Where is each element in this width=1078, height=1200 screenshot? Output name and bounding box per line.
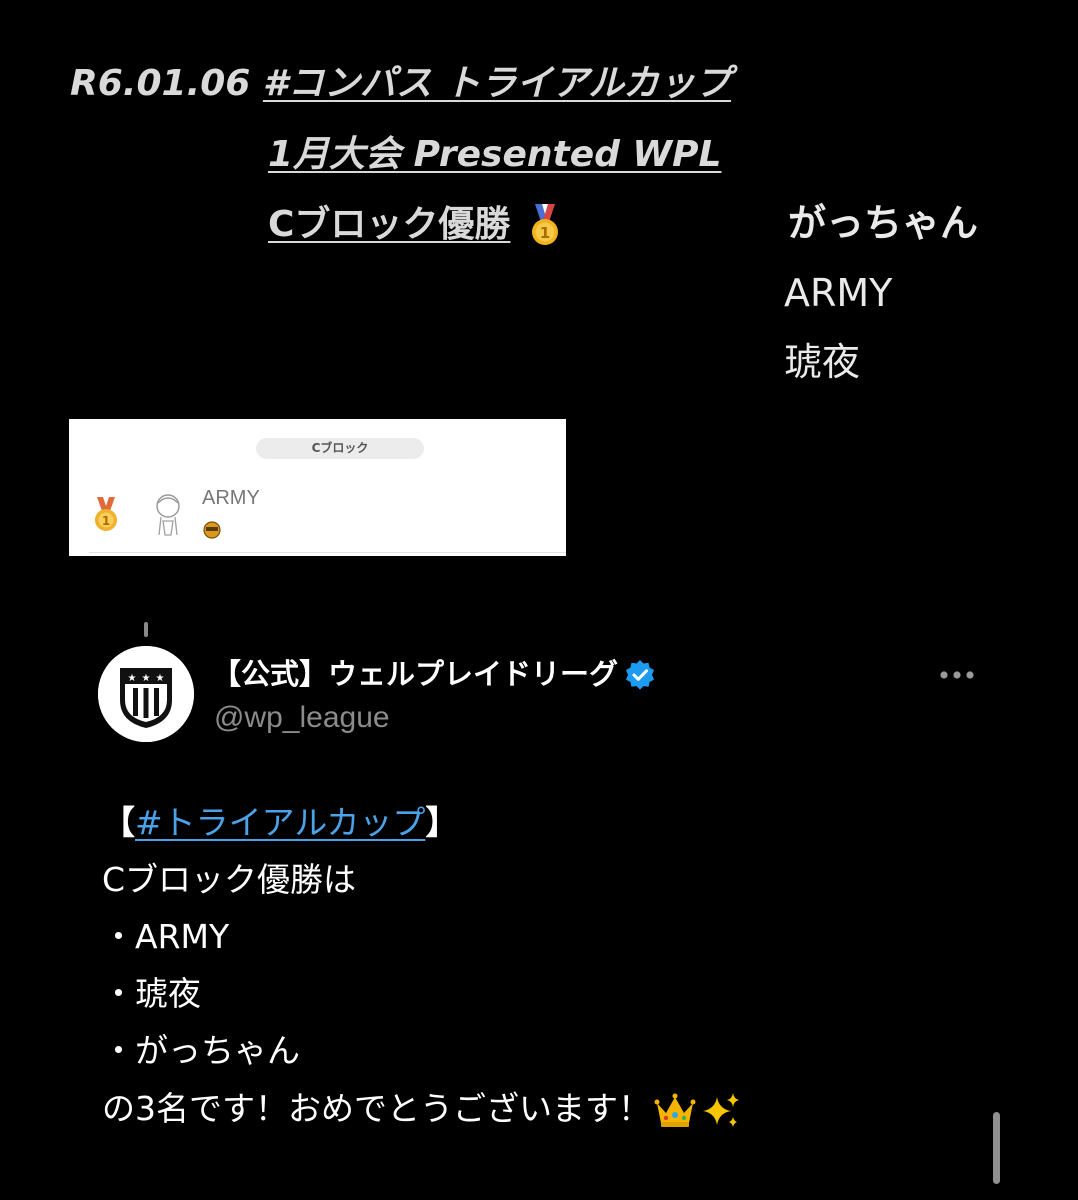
svg-text:1: 1 — [102, 514, 110, 528]
title-date: R6.01.06 — [70, 63, 251, 104]
player-sprite-icon — [149, 491, 187, 537]
account-avatar[interactable]: ★ ★ ★ — [98, 646, 194, 742]
sparkles-icon — [699, 1091, 743, 1131]
player-name-1: がっちゃん — [788, 201, 979, 245]
post-line-1: 【#トライアルカップ】 — [102, 800, 458, 846]
medal-1st-icon: 1 — [529, 204, 561, 248]
player-name-3: 琥夜 — [784, 340, 861, 384]
svg-text:★: ★ — [128, 673, 137, 684]
open-bracket: 【 — [102, 803, 135, 842]
svg-text:★: ★ — [142, 673, 151, 684]
account-display-name[interactable]: 【公式】ウェルプレイドリーグ — [212, 654, 618, 694]
title-line-2: 1月大会 Presented WPL — [268, 133, 721, 177]
post-line-4: ・琥夜 — [102, 974, 201, 1013]
title-hashtag[interactable]: #コンパス トライアルカップ — [263, 63, 731, 104]
title-event: 1月大会 Presented WPL — [268, 134, 722, 175]
shield-logo-icon: ★ ★ ★ — [98, 646, 194, 742]
account-handle[interactable]: @wp_league — [214, 698, 390, 738]
more-options-icon[interactable] — [934, 664, 980, 686]
verified-badge-icon — [624, 659, 656, 691]
block-label: Cブロック — [256, 438, 424, 459]
card-divider — [89, 552, 566, 553]
post-line-3: ・ARMY — [102, 917, 230, 956]
post-closing-text: の3名です！おめでとうございます！ — [102, 1089, 651, 1128]
thread-connector — [144, 622, 148, 637]
hashtag-link[interactable]: #トライアルカップ — [135, 803, 425, 842]
title-line-1: R6.01.06 #コンパス トライアルカップ — [70, 62, 731, 106]
svg-text:1: 1 — [540, 224, 550, 242]
post-line-5: ・がっちゃん — [102, 1031, 300, 1070]
scrollbar[interactable] — [993, 1112, 1000, 1184]
post-line-2: Cブロック優勝は — [102, 860, 357, 899]
player-name-2: ARMY — [784, 271, 893, 315]
result-card-image: Cブロック 1 ARMY — [69, 419, 566, 556]
rank-badge-icon — [202, 520, 222, 540]
title-result: Cブロック優勝 — [268, 204, 511, 245]
close-bracket: 】 — [425, 803, 459, 842]
card-player-name: ARMY — [202, 487, 260, 509]
title-line-3: Cブロック優勝 1 — [268, 203, 561, 248]
post-line-6: の3名です！おめでとうございます！ — [102, 1086, 743, 1132]
svg-text:★: ★ — [156, 673, 165, 684]
crown-icon — [653, 1091, 697, 1131]
medal-icon: 1 — [91, 497, 121, 533]
